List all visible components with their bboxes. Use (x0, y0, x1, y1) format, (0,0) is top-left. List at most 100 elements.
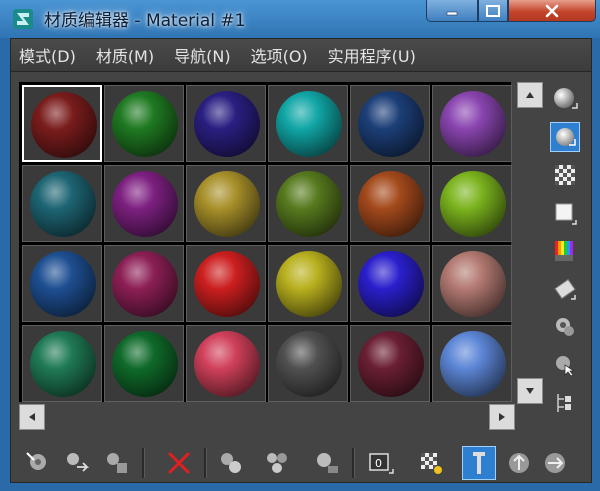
material-slot[interactable] (22, 85, 102, 162)
material-slot[interactable] (350, 325, 430, 402)
put-to-scene-button[interactable] (60, 446, 94, 480)
material-slot[interactable] (350, 85, 430, 162)
material-slot[interactable] (22, 325, 102, 402)
select-by-material-button[interactable] (550, 350, 580, 380)
maximize-button[interactable] (478, 0, 508, 22)
material-slot[interactable] (350, 245, 430, 322)
vertical-scrollbar[interactable] (515, 82, 545, 404)
material-preview-sphere (440, 91, 506, 157)
material-preview-sphere (358, 91, 424, 157)
sample-slot-grid (19, 82, 512, 402)
material-slot[interactable] (432, 85, 512, 162)
material-preview-sphere (276, 171, 342, 237)
material-slot[interactable] (104, 245, 184, 322)
material-preview-sphere (358, 251, 424, 317)
material-preview-sphere (30, 171, 96, 237)
material-preview-sphere (358, 171, 424, 237)
reset-map-icon (168, 452, 190, 474)
backlight-icon (556, 128, 576, 146)
backlight-button[interactable] (550, 122, 580, 152)
close-icon (545, 4, 559, 17)
scroll-up-button[interactable] (517, 82, 543, 108)
sample-type-button[interactable] (550, 84, 580, 114)
material-id-channel-icon: 0 (369, 453, 394, 474)
arrow-up-icon (526, 92, 534, 98)
material-slot[interactable] (186, 85, 266, 162)
minimize-button[interactable] (426, 0, 478, 22)
minimize-icon (446, 11, 458, 15)
material-slot[interactable] (432, 245, 512, 322)
make-unique-button[interactable] (260, 446, 294, 480)
video-color-check-button[interactable] (550, 236, 580, 266)
material-preview-sphere (194, 251, 260, 317)
options-icon (556, 318, 574, 336)
title-bar[interactable]: 材质编辑器 - Material #1 (0, 0, 600, 38)
material-slot[interactable] (350, 165, 430, 242)
menu-options[interactable]: 选项(O) (251, 43, 308, 67)
material-map-navigator-button[interactable] (550, 388, 580, 418)
video-color-check-icon (555, 241, 573, 261)
svg-text:0: 0 (375, 457, 382, 470)
put-to-library-button[interactable] (310, 446, 344, 480)
material-slot[interactable] (432, 165, 512, 242)
go-forward-to-sibling-button[interactable] (538, 446, 572, 480)
assign-to-selection-icon (107, 453, 127, 473)
window-title: 材质编辑器 - Material #1 (44, 11, 246, 31)
toolbar-separator (204, 448, 207, 478)
show-end-result-icon (473, 452, 485, 474)
material-slot[interactable] (22, 165, 102, 242)
background-button[interactable] (550, 160, 580, 190)
material-preview-sphere (112, 91, 178, 157)
go-to-parent-button[interactable] (502, 446, 536, 480)
show-end-result-button[interactable] (462, 446, 496, 480)
arrow-right-icon (499, 413, 505, 421)
menu-mode[interactable]: 模式(D) (19, 43, 76, 67)
material-preview-sphere (30, 331, 96, 397)
scroll-left-button[interactable] (19, 404, 45, 430)
material-slot[interactable] (268, 325, 348, 402)
sample-type-sphere-icon (554, 88, 578, 109)
material-preview-sphere (112, 171, 178, 237)
material-preview-sphere (440, 171, 506, 237)
make-copy-button[interactable] (214, 446, 248, 480)
scroll-right-button[interactable] (489, 404, 515, 430)
menu-bar: 模式(D) 材质(M) 导航(N) 选项(O) 实用程序(U) (10, 38, 592, 72)
material-preview-sphere (194, 331, 260, 397)
material-slot[interactable] (268, 245, 348, 322)
options-button[interactable] (550, 312, 580, 342)
reset-map-button[interactable] (162, 446, 196, 480)
material-preview-sphere (194, 91, 260, 157)
material-slot[interactable] (22, 245, 102, 322)
material-slot[interactable] (104, 85, 184, 162)
menu-navigation[interactable]: 导航(N) (174, 43, 230, 67)
horizontal-scrollbar[interactable] (19, 404, 519, 432)
material-slot[interactable] (186, 325, 266, 402)
material-slot[interactable] (186, 165, 266, 242)
menu-utilities[interactable]: 实用程序(U) (328, 43, 416, 67)
make-preview-button[interactable] (550, 274, 580, 304)
background-checker-icon (555, 165, 575, 185)
arrow-down-icon (526, 388, 534, 394)
window-controls (426, 0, 596, 22)
menu-material[interactable]: 材质(M) (96, 43, 154, 67)
material-slot[interactable] (104, 165, 184, 242)
material-preview-sphere (30, 251, 96, 317)
material-preview-sphere (276, 331, 342, 397)
material-preview-sphere (276, 91, 342, 157)
material-slot[interactable] (268, 165, 348, 242)
get-material-button[interactable] (20, 446, 54, 480)
scroll-down-button[interactable] (517, 378, 543, 404)
sample-uv-tiling-button[interactable] (550, 198, 580, 228)
show-map-in-viewport-button[interactable] (414, 446, 448, 480)
material-preview-sphere (112, 251, 178, 317)
maximize-icon (486, 4, 500, 17)
close-button[interactable] (508, 0, 596, 22)
material-id-channel-button[interactable]: 0 (364, 446, 398, 480)
assign-to-selection-button[interactable] (100, 446, 134, 480)
material-slot[interactable] (104, 325, 184, 402)
material-slot[interactable] (268, 85, 348, 162)
material-slot[interactable] (186, 245, 266, 322)
make-preview-icon (554, 278, 576, 300)
make-copy-icon (221, 453, 241, 473)
material-slot[interactable] (432, 325, 512, 402)
